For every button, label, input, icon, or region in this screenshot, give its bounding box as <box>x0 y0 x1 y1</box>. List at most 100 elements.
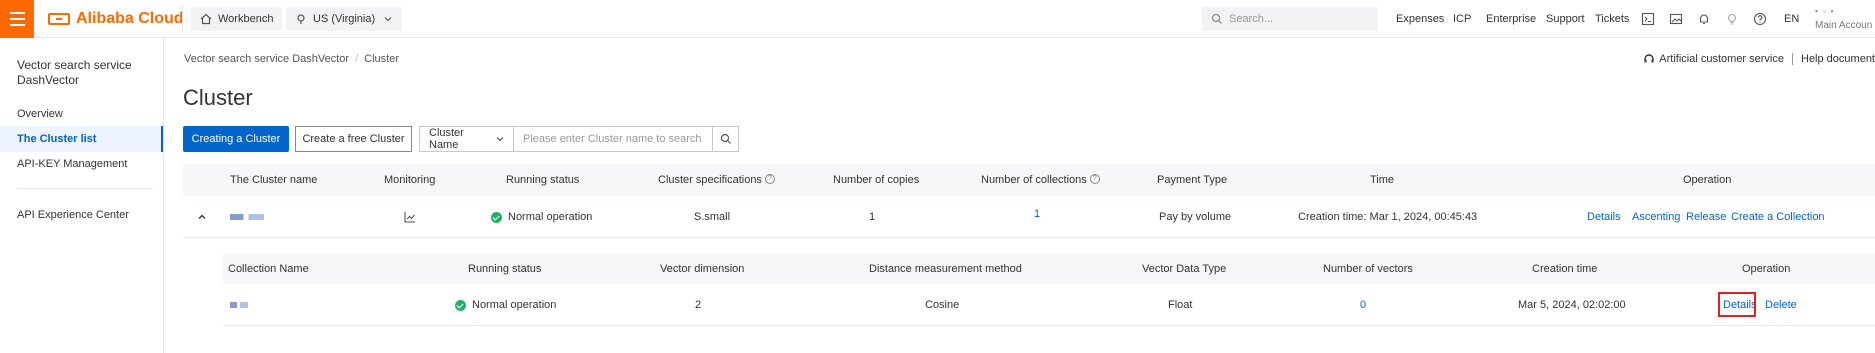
collection-name-link[interactable] <box>230 284 248 326</box>
support-link[interactable]: Support <box>1546 13 1585 25</box>
location-icon <box>297 14 305 24</box>
column-header: Vector Data Type <box>1142 263 1227 275</box>
customer-service-link[interactable]: Artificial customer service <box>1659 53 1784 65</box>
page-title: Cluster <box>183 85 253 110</box>
creation-time-value: Mar 1, 2024, 00:45:43 <box>1369 211 1478 223</box>
cluster-ascenting-link[interactable]: Ascenting <box>1632 196 1680 238</box>
column-header: Running status <box>468 263 542 275</box>
column-header: Payment Type <box>1157 174 1228 186</box>
running-status: Normal operation <box>491 196 592 238</box>
sidebar-item-api-key-management[interactable]: API-KEY Management <box>0 151 163 177</box>
global-search-input[interactable]: Search... <box>1202 7 1378 31</box>
cluster-release-link[interactable]: Release <box>1686 196 1726 238</box>
column-header: Collection Name <box>228 263 309 275</box>
brand-name: Alibaba Cloud <box>76 10 184 27</box>
help-document-link[interactable]: Help document <box>1801 53 1875 65</box>
region-selector[interactable]: US (Virginia) <box>286 7 403 31</box>
lightbulb-icon[interactable] <box>1724 11 1740 27</box>
sidebar-item-api-experience-center[interactable]: API Experience Center <box>0 202 163 228</box>
divider <box>182 6 183 32</box>
column-header: Number of vectors <box>1323 263 1413 275</box>
terminal-icon[interactable] <box>1640 11 1656 27</box>
vector-count-link[interactable]: 0 <box>1360 284 1366 326</box>
menu-icon[interactable] <box>0 0 34 38</box>
redacted-collection-name <box>230 302 248 309</box>
status-text: Normal operation <box>472 299 557 311</box>
column-header: Cluster specifications? <box>658 164 775 196</box>
vector-data-type: Float <box>1168 299 1193 311</box>
cluster-name-link[interactable] <box>230 196 264 238</box>
column-header: Operation <box>1683 174 1732 186</box>
help-icon[interactable]: ? <box>764 174 775 185</box>
cluster-search-placeholder: Please enter Cluster name to search <box>523 133 702 145</box>
icp-link[interactable]: ICP <box>1453 13 1471 25</box>
header-links: Artificial customer service Help documen… <box>1643 53 1875 65</box>
success-icon <box>455 299 466 311</box>
breadcrumb-separator: / <box>355 53 359 65</box>
table-row: Normal operation S.small 1 1 Pay by volu… <box>183 196 1875 238</box>
region-label: US (Virginia) <box>313 13 376 25</box>
expenses-link[interactable]: Expenses <box>1396 13 1444 25</box>
collection-delete-link[interactable]: Delete <box>1765 284 1797 326</box>
header-links-separator <box>1792 53 1793 65</box>
column-header: Monitoring <box>384 174 436 186</box>
column-header: Distance measurement method <box>869 263 1022 275</box>
chevron-down-icon <box>496 137 504 142</box>
breadcrumb-current: Cluster <box>364 53 399 65</box>
headset-icon <box>1644 54 1654 63</box>
alibaba-cloud-logo-icon <box>48 13 70 25</box>
chevron-down-icon <box>384 17 392 22</box>
search-button[interactable] <box>713 126 739 152</box>
vector-dimension: 2 <box>695 299 702 311</box>
monitoring-chart-icon[interactable] <box>404 196 416 238</box>
cluster-spec: S.small <box>694 211 731 223</box>
column-header-label: Cluster specifications <box>658 174 762 186</box>
distance-metric: Cosine <box>925 299 960 311</box>
help-icon[interactable]: ? <box>1089 174 1100 185</box>
cluster-details-link[interactable]: Details <box>1587 196 1621 238</box>
redacted-cluster-name <box>230 214 264 221</box>
home-icon <box>200 13 212 25</box>
breadcrumb: Vector search service DashVector / Cluster <box>184 53 399 65</box>
cluster-search-input[interactable]: Please enter Cluster name to search <box>513 126 713 152</box>
collapse-row-icon[interactable] <box>197 196 207 238</box>
sidebar-item-overview[interactable]: Overview <box>0 101 163 127</box>
language-switch[interactable]: EN <box>1784 13 1799 25</box>
running-status: Normal operation <box>455 284 556 326</box>
search-placeholder: Search... <box>1229 13 1274 25</box>
help-icon[interactable] <box>1752 11 1768 27</box>
create-collection-link[interactable]: Create a Collection <box>1731 196 1825 238</box>
sidebar-item-cluster-list[interactable]: The Cluster list <box>0 126 163 152</box>
bell-icon[interactable] <box>1696 11 1712 27</box>
avatar[interactable]: ▪ ▫ ▪ <box>1815 6 1835 16</box>
image-icon[interactable] <box>1668 11 1684 27</box>
brand-logo[interactable]: Alibaba Cloud <box>48 10 184 28</box>
collections-count-link[interactable]: 1 <box>1034 193 1040 235</box>
workbench-button[interactable]: Workbench <box>191 7 283 31</box>
create-free-cluster-button[interactable]: Create a free Cluster <box>295 126 412 152</box>
filter-field-select[interactable]: Cluster Name <box>419 126 514 152</box>
status-text: Normal operation <box>508 211 593 223</box>
column-header: The Cluster name <box>230 174 318 186</box>
collection-table-header: Collection Name Running status Vector di… <box>223 254 1875 284</box>
search-icon <box>720 133 731 144</box>
sidebar-divider <box>17 188 153 189</box>
highlight-annotation <box>1718 292 1756 317</box>
creation-time: Creation time: Mar 1, 2024, 00:45:43 <box>1298 196 1477 238</box>
cluster-table-header: The Cluster name Monitoring Running stat… <box>183 164 1875 196</box>
workbench-label: Workbench <box>218 13 274 25</box>
column-header: Number of collections? <box>981 164 1100 196</box>
tickets-link[interactable]: Tickets <box>1595 13 1629 25</box>
account-label[interactable]: Main Accoun <box>1815 20 1872 31</box>
column-header: Operation <box>1742 263 1791 275</box>
enterprise-link[interactable]: Enterprise <box>1486 13 1536 25</box>
column-header: Time <box>1370 174 1395 186</box>
column-header: Creation time <box>1532 263 1598 275</box>
create-cluster-button[interactable]: Creating a Cluster <box>183 126 289 152</box>
breadcrumb-root[interactable]: Vector search service DashVector <box>184 53 349 65</box>
copies-count: 1 <box>869 211 876 223</box>
table-row: Normal operation 2 Cosine Float 0 Mar 5,… <box>223 284 1875 326</box>
search-icon <box>1211 13 1222 24</box>
success-icon <box>491 211 502 223</box>
sidebar-title: Vector search service DashVector <box>17 58 132 87</box>
